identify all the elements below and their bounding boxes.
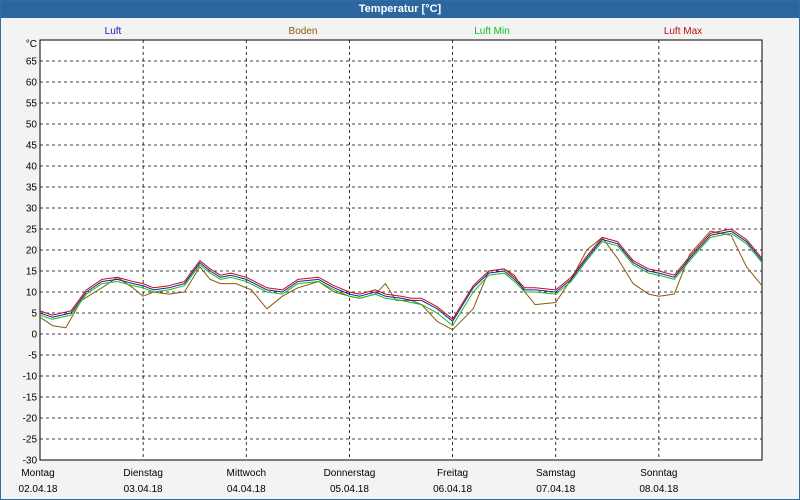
legend-boden: Boden <box>289 26 318 37</box>
x-tick-date: 05.04.18 <box>330 484 369 495</box>
x-tick-date: 06.04.18 <box>433 484 472 495</box>
legend-luft: Luft <box>105 26 122 37</box>
y-tick-label: -20 <box>23 414 38 425</box>
y-tick-label: 25 <box>26 225 38 236</box>
x-tick-day: Donnerstag <box>324 468 376 479</box>
legend-luft-min: Luft Min <box>474 26 510 37</box>
y-tick-label: -30 <box>23 456 38 467</box>
y-tick-label: 5 <box>31 309 37 320</box>
x-tick-day: Dienstag <box>123 468 162 479</box>
y-tick-label: 20 <box>26 246 38 257</box>
y-tick-label: 60 <box>26 78 38 89</box>
y-tick-label: 10 <box>26 288 38 299</box>
x-tick-date: 08.04.18 <box>639 484 678 495</box>
x-tick-day: Montag <box>21 468 54 479</box>
legend-luft-max: Luft Max <box>664 26 702 37</box>
x-tick-day: Samstag <box>536 468 575 479</box>
y-tick-label: -5 <box>28 351 37 362</box>
x-tick-date: 07.04.18 <box>536 484 575 495</box>
x-tick-day: Freitag <box>437 468 468 479</box>
y-tick-label: -10 <box>23 372 38 383</box>
temperature-chart: -30 -25 -20 -15 -10 -5 0 5 10 15 20 25 30 35 40 45 50 55 6… <box>19 26 763 495</box>
y-tick-label: 55 <box>26 99 38 110</box>
x-tick-day: Sonntag <box>640 468 677 479</box>
y-tick-label: -15 <box>23 393 38 404</box>
y-tick-label: 15 <box>26 267 38 278</box>
y-tick-label: 0 <box>31 330 37 341</box>
y-tick-label: 35 <box>26 183 38 194</box>
x-tick-date: 04.04.18 <box>227 484 266 495</box>
y-tick-label: 65 <box>26 57 38 68</box>
y-tick-label: 50 <box>26 120 38 131</box>
x-tick-date: 02.04.18 <box>19 484 58 495</box>
y-tick-label: 30 <box>26 204 38 215</box>
y-tick-label: 45 <box>26 141 38 152</box>
y-tick-label: -25 <box>23 435 38 446</box>
x-tick-date: 03.04.18 <box>124 484 163 495</box>
x-tick-day: Mittwoch <box>227 468 266 479</box>
y-tick-label: 40 <box>26 162 38 173</box>
y-axis-unit: °C <box>26 39 37 50</box>
